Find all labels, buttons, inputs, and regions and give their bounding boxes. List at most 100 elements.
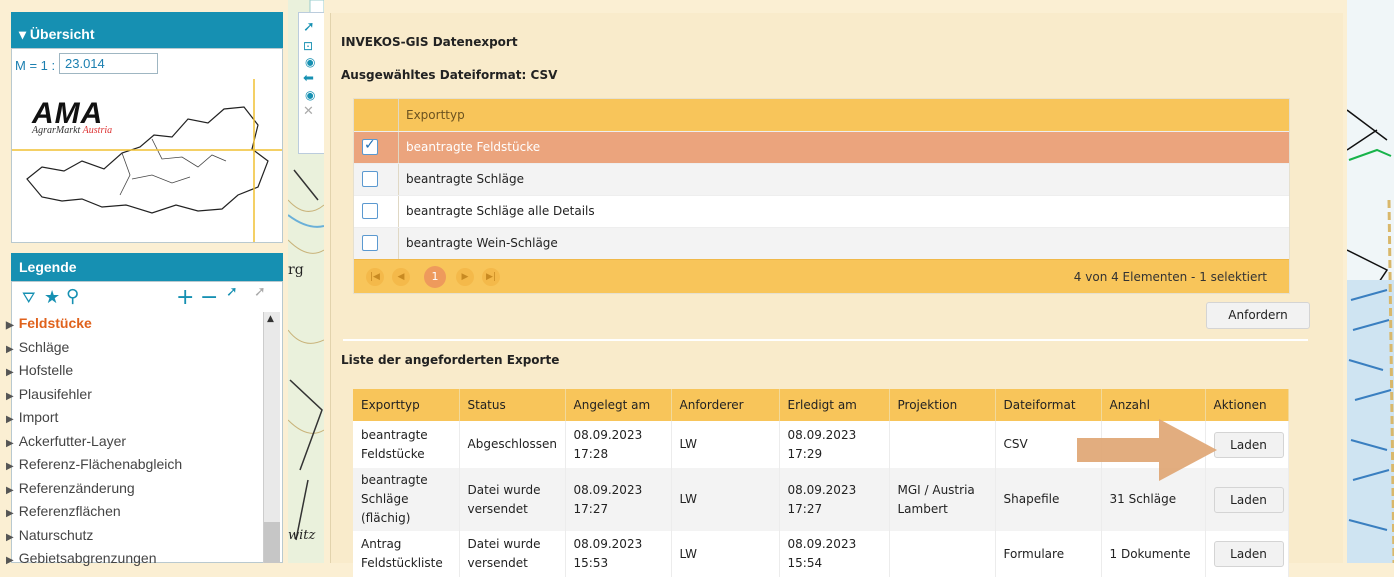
col-dateiformat[interactable]: Dateiformat xyxy=(995,389,1102,421)
cell-dateiformat: Formulare xyxy=(995,531,1102,577)
col-aktionen: Aktionen xyxy=(1205,389,1289,421)
overview-header[interactable]: ▾ Übersicht xyxy=(11,20,283,48)
grid-row-schlaege-details[interactable]: beantragte Schläge alle Details xyxy=(354,195,1289,227)
checkbox-feldstuecke[interactable] xyxy=(362,137,378,155)
pager-prev-icon[interactable]: ◀ xyxy=(392,268,410,286)
legend-item-schlaege[interactable]: ▶ Schläge xyxy=(6,336,258,360)
back-icon[interactable]: ⬅ xyxy=(303,71,324,86)
overview-map[interactable]: M = 1 : AMA AgrarMarkt Austria xyxy=(11,48,283,243)
grid-col-separator xyxy=(398,228,399,259)
col-anforderer[interactable]: Anforderer xyxy=(671,389,780,421)
eye-icon[interactable]: ◉ xyxy=(305,55,324,69)
legend-item-hofstelle[interactable]: ▶ Hofstelle xyxy=(6,359,258,383)
download-button[interactable]: Laden xyxy=(1213,431,1284,458)
grid-row-wein-schlaege[interactable]: beantragte Wein-Schläge xyxy=(354,227,1289,259)
request-button[interactable]: Anfordern xyxy=(1206,302,1310,329)
pager-current-page[interactable]: 1 xyxy=(424,266,446,288)
map-strip-left[interactable]: rg witz ➚ ⊡ ◉ ⬅ ◉ ✕ xyxy=(288,0,324,563)
col-exporttyp[interactable]: Exporttyp xyxy=(353,389,460,421)
gis-icon[interactable]: ➚ xyxy=(254,284,266,300)
eye-icon-2[interactable]: ◉ xyxy=(305,88,324,102)
section-divider xyxy=(343,339,1308,341)
legend-toolbar: ⛛ ★ ⚲ + − ➚ ➚ xyxy=(22,284,272,310)
pager-last-icon[interactable]: ▶| xyxy=(482,268,500,286)
grid-col-separator xyxy=(398,132,399,163)
left-panel: ▾ Übersicht M = 1 : AMA AgrarMarkt Austr… xyxy=(0,0,288,566)
legend-item-referenz-flaechenabgleich[interactable]: ▶ Referenz-Flächenabgleich xyxy=(6,453,258,477)
map-strip-right[interactable] xyxy=(1347,0,1394,563)
legend-item-plausifehler[interactable]: ▶ Plausifehler xyxy=(6,383,258,407)
zoom-box-icon[interactable]: ⊡ xyxy=(303,39,324,53)
map-toolbar: ➚ ⊡ ◉ ⬅ ◉ ✕ xyxy=(298,12,324,154)
grid-row-label: beantragte Feldstücke xyxy=(406,140,541,154)
grid-row-schlaege[interactable]: beantragte Schläge xyxy=(354,163,1289,195)
cell-status: Abgeschlossen xyxy=(459,421,566,468)
legend-scrollbar[interactable]: ▲ xyxy=(263,312,280,563)
pager-first-icon[interactable]: |◀ xyxy=(366,268,384,286)
grid-col-separator xyxy=(398,196,399,227)
checkbox-schlaege[interactable] xyxy=(362,171,378,187)
cell-anforderer: LW xyxy=(671,421,780,468)
grid-row-feldstuecke[interactable]: beantragte Feldstücke xyxy=(354,131,1289,163)
cell-projektion xyxy=(889,531,996,577)
legend-item-gebietsabgrenzungen[interactable]: ▶ Gebietsabgrenzungen xyxy=(6,547,258,571)
cell-angelegt: 08.09.2023 17:28 xyxy=(565,421,672,468)
checkbox-schlaege-details[interactable] xyxy=(362,203,378,219)
grid-col-separator xyxy=(398,164,399,195)
legend-item-referenzflaechen[interactable]: ▶ Referenzflächen xyxy=(6,500,258,524)
grid-header-exporttyp: Exporttyp xyxy=(406,108,465,122)
grid-col-separator xyxy=(398,99,399,131)
legend-item-ackerfutter[interactable]: ▶ Ackerfutter-Layer xyxy=(6,430,258,454)
legend-item-feldstuecke[interactable]: ▶ Feldstücke xyxy=(6,312,258,336)
grid-row-label: beantragte Schläge xyxy=(406,172,524,186)
star-icon[interactable]: ★ xyxy=(44,287,60,308)
cell-anforderer: LW xyxy=(671,468,780,531)
grid-pager: |◀ ◀ 1 ▶ ▶| 4 von 4 Elementen - 1 selekt… xyxy=(354,259,1289,293)
cell-status: Datei wurde versendet xyxy=(459,531,566,577)
cell-aktionen: Laden xyxy=(1205,531,1289,577)
pager-info: 4 von 4 Elementen - 1 selektiert xyxy=(1073,270,1267,284)
pointer-icon[interactable]: ➚ xyxy=(303,19,324,35)
scroll-up-icon[interactable]: ▲ xyxy=(267,314,274,324)
austria-outline xyxy=(12,79,282,242)
cell-angelegt: 08.09.2023 17:27 xyxy=(565,468,672,531)
scroll-thumb[interactable] xyxy=(264,522,280,563)
cell-projektion: MGI / Austria Lambert xyxy=(889,468,996,531)
panel-top-bar xyxy=(11,12,283,20)
search-icon[interactable]: ⚲ xyxy=(66,286,79,307)
map-label-rg: rg xyxy=(288,262,304,278)
add-icon[interactable]: + xyxy=(176,285,194,310)
col-status[interactable]: Status xyxy=(459,389,566,421)
grid-row-label: beantragte Schläge alle Details xyxy=(406,204,595,218)
cell-anzahl: 1 Dokumente xyxy=(1101,531,1206,577)
col-anzahl[interactable]: Anzahl xyxy=(1101,389,1206,421)
grid-row-label: beantragte Wein-Schläge xyxy=(406,236,558,250)
download-button[interactable]: Laden xyxy=(1213,486,1284,513)
remove-icon[interactable]: − xyxy=(200,285,218,310)
requested-exports-table: Exporttyp Status Angelegt am Anforderer … xyxy=(353,389,1289,577)
format-heading: Ausgewähltes Dateiformat: CSV xyxy=(341,68,558,82)
cell-exporttyp: Antrag Feldstückliste xyxy=(353,531,460,577)
col-erledigt[interactable]: Erledigt am xyxy=(779,389,890,421)
col-projektion[interactable]: Projektion xyxy=(889,389,996,421)
pager-next-icon[interactable]: ▶ xyxy=(456,268,474,286)
legend-header[interactable]: Legende xyxy=(11,253,283,281)
cell-exporttyp: beantragte Schläge (flächig) xyxy=(353,468,460,531)
cell-erledigt: 08.09.2023 17:29 xyxy=(779,421,890,468)
table-header-row: Exporttyp Status Angelegt am Anforderer … xyxy=(353,389,1289,421)
dialog-title: INVEKOS-GIS Datenexport xyxy=(341,35,518,49)
disabled-tool-icon[interactable]: ✕ xyxy=(303,104,324,119)
checkbox-wein-schlaege[interactable] xyxy=(362,235,378,251)
legend-item-import[interactable]: ▶ Import xyxy=(6,406,258,430)
requested-list-title: Liste der angeforderten Exporte xyxy=(341,353,560,367)
download-button[interactable]: Laden xyxy=(1213,541,1284,567)
legend-item-naturschutz[interactable]: ▶ Naturschutz xyxy=(6,524,258,548)
map-label-witz: witz xyxy=(288,528,316,543)
table-row: Antrag Feldstückliste Datei wurde versende… xyxy=(353,531,1289,577)
filter-icon[interactable]: ⛛ xyxy=(22,288,35,308)
cell-angelegt: 08.09.2023 15:53 xyxy=(565,531,672,577)
legend-item-referenzaenderung[interactable]: ▶ Referenzänderung xyxy=(6,477,258,501)
col-angelegt[interactable]: Angelegt am xyxy=(565,389,672,421)
cell-erledigt: 08.09.2023 17:27 xyxy=(779,468,890,531)
visibility-icon[interactable]: ➚ xyxy=(226,284,238,300)
